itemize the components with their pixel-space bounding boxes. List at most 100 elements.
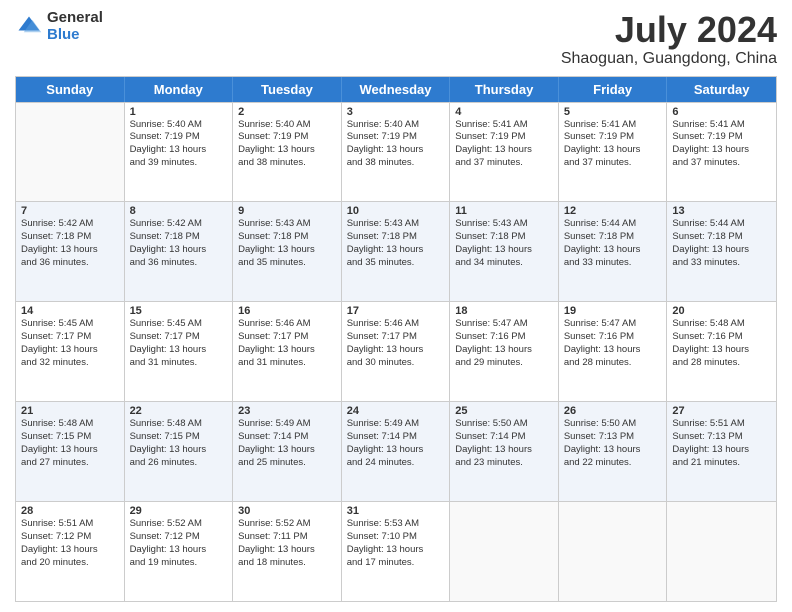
calendar-cell-w2-d4: 18Sunrise: 5:47 AM Sunset: 7:16 PM Dayli… xyxy=(450,302,559,401)
logo-blue: Blue xyxy=(47,27,103,44)
day-number: 11 xyxy=(455,205,553,217)
day-info: Sunrise: 5:51 AM Sunset: 7:12 PM Dayligh… xyxy=(21,518,119,569)
day-number: 4 xyxy=(455,106,553,118)
day-info: Sunrise: 5:42 AM Sunset: 7:18 PM Dayligh… xyxy=(21,218,119,269)
day-info: Sunrise: 5:40 AM Sunset: 7:19 PM Dayligh… xyxy=(347,119,445,170)
day-info: Sunrise: 5:43 AM Sunset: 7:18 PM Dayligh… xyxy=(238,218,336,269)
day-info: Sunrise: 5:48 AM Sunset: 7:16 PM Dayligh… xyxy=(672,318,771,369)
day-number: 26 xyxy=(564,405,662,417)
day-info: Sunrise: 5:42 AM Sunset: 7:18 PM Dayligh… xyxy=(130,218,228,269)
day-info: Sunrise: 5:41 AM Sunset: 7:19 PM Dayligh… xyxy=(455,119,553,170)
day-number: 20 xyxy=(672,305,771,317)
calendar-cell-w1-d4: 11Sunrise: 5:43 AM Sunset: 7:18 PM Dayli… xyxy=(450,202,559,301)
month-title: July 2024 xyxy=(561,10,777,50)
day-info: Sunrise: 5:40 AM Sunset: 7:19 PM Dayligh… xyxy=(130,119,228,170)
calendar-cell-w0-d4: 4Sunrise: 5:41 AM Sunset: 7:19 PM Daylig… xyxy=(450,103,559,202)
day-info: Sunrise: 5:47 AM Sunset: 7:16 PM Dayligh… xyxy=(564,318,662,369)
calendar-cell-w1-d1: 8Sunrise: 5:42 AM Sunset: 7:18 PM Daylig… xyxy=(125,202,234,301)
calendar-cell-w3-d1: 22Sunrise: 5:48 AM Sunset: 7:15 PM Dayli… xyxy=(125,402,234,501)
calendar-row-0: 1Sunrise: 5:40 AM Sunset: 7:19 PM Daylig… xyxy=(16,102,776,202)
day-info: Sunrise: 5:49 AM Sunset: 7:14 PM Dayligh… xyxy=(238,418,336,469)
calendar-cell-w2-d0: 14Sunrise: 5:45 AM Sunset: 7:17 PM Dayli… xyxy=(16,302,125,401)
calendar-row-3: 21Sunrise: 5:48 AM Sunset: 7:15 PM Dayli… xyxy=(16,401,776,501)
day-info: Sunrise: 5:46 AM Sunset: 7:17 PM Dayligh… xyxy=(238,318,336,369)
logo-icon xyxy=(15,13,43,41)
day-number: 9 xyxy=(238,205,336,217)
calendar-cell-w0-d6: 6Sunrise: 5:41 AM Sunset: 7:19 PM Daylig… xyxy=(667,103,776,202)
day-number: 7 xyxy=(21,205,119,217)
calendar-row-2: 14Sunrise: 5:45 AM Sunset: 7:17 PM Dayli… xyxy=(16,301,776,401)
calendar-cell-w4-d2: 30Sunrise: 5:52 AM Sunset: 7:11 PM Dayli… xyxy=(233,502,342,601)
calendar-cell-w1-d2: 9Sunrise: 5:43 AM Sunset: 7:18 PM Daylig… xyxy=(233,202,342,301)
day-info: Sunrise: 5:50 AM Sunset: 7:14 PM Dayligh… xyxy=(455,418,553,469)
day-info: Sunrise: 5:52 AM Sunset: 7:11 PM Dayligh… xyxy=(238,518,336,569)
calendar-cell-w3-d6: 27Sunrise: 5:51 AM Sunset: 7:13 PM Dayli… xyxy=(667,402,776,501)
header-day-thursday: Thursday xyxy=(450,77,559,102)
day-info: Sunrise: 5:43 AM Sunset: 7:18 PM Dayligh… xyxy=(347,218,445,269)
day-info: Sunrise: 5:44 AM Sunset: 7:18 PM Dayligh… xyxy=(672,218,771,269)
day-number: 1 xyxy=(130,106,228,118)
calendar-cell-w3-d4: 25Sunrise: 5:50 AM Sunset: 7:14 PM Dayli… xyxy=(450,402,559,501)
day-info: Sunrise: 5:41 AM Sunset: 7:19 PM Dayligh… xyxy=(672,119,771,170)
day-number: 12 xyxy=(564,205,662,217)
day-number: 30 xyxy=(238,505,336,517)
day-number: 29 xyxy=(130,505,228,517)
calendar: SundayMondayTuesdayWednesdayThursdayFrid… xyxy=(15,76,777,602)
day-info: Sunrise: 5:48 AM Sunset: 7:15 PM Dayligh… xyxy=(21,418,119,469)
day-number: 17 xyxy=(347,305,445,317)
day-info: Sunrise: 5:48 AM Sunset: 7:15 PM Dayligh… xyxy=(130,418,228,469)
page: General Blue July 2024 Shaoguan, Guangdo… xyxy=(0,0,792,612)
day-number: 21 xyxy=(21,405,119,417)
calendar-row-1: 7Sunrise: 5:42 AM Sunset: 7:18 PM Daylig… xyxy=(16,201,776,301)
location-title: Shaoguan, Guangdong, China xyxy=(561,50,777,68)
calendar-cell-w3-d5: 26Sunrise: 5:50 AM Sunset: 7:13 PM Dayli… xyxy=(559,402,668,501)
calendar-cell-w0-d1: 1Sunrise: 5:40 AM Sunset: 7:19 PM Daylig… xyxy=(125,103,234,202)
calendar-row-4: 28Sunrise: 5:51 AM Sunset: 7:12 PM Dayli… xyxy=(16,501,776,601)
calendar-cell-w2-d5: 19Sunrise: 5:47 AM Sunset: 7:16 PM Dayli… xyxy=(559,302,668,401)
day-number: 31 xyxy=(347,505,445,517)
day-number: 3 xyxy=(347,106,445,118)
calendar-cell-w0-d3: 3Sunrise: 5:40 AM Sunset: 7:19 PM Daylig… xyxy=(342,103,451,202)
day-number: 5 xyxy=(564,106,662,118)
logo: General Blue xyxy=(15,10,103,43)
calendar-cell-w1-d6: 13Sunrise: 5:44 AM Sunset: 7:18 PM Dayli… xyxy=(667,202,776,301)
day-number: 2 xyxy=(238,106,336,118)
calendar-cell-w2-d3: 17Sunrise: 5:46 AM Sunset: 7:17 PM Dayli… xyxy=(342,302,451,401)
day-number: 14 xyxy=(21,305,119,317)
day-info: Sunrise: 5:49 AM Sunset: 7:14 PM Dayligh… xyxy=(347,418,445,469)
calendar-cell-w0-d2: 2Sunrise: 5:40 AM Sunset: 7:19 PM Daylig… xyxy=(233,103,342,202)
calendar-cell-w4-d6 xyxy=(667,502,776,601)
day-info: Sunrise: 5:46 AM Sunset: 7:17 PM Dayligh… xyxy=(347,318,445,369)
day-info: Sunrise: 5:41 AM Sunset: 7:19 PM Dayligh… xyxy=(564,119,662,170)
calendar-body: 1Sunrise: 5:40 AM Sunset: 7:19 PM Daylig… xyxy=(16,102,776,601)
calendar-cell-w0-d5: 5Sunrise: 5:41 AM Sunset: 7:19 PM Daylig… xyxy=(559,103,668,202)
day-info: Sunrise: 5:50 AM Sunset: 7:13 PM Dayligh… xyxy=(564,418,662,469)
day-number: 10 xyxy=(347,205,445,217)
calendar-cell-w4-d1: 29Sunrise: 5:52 AM Sunset: 7:12 PM Dayli… xyxy=(125,502,234,601)
title-section: July 2024 Shaoguan, Guangdong, China xyxy=(561,10,777,68)
calendar-cell-w3-d2: 23Sunrise: 5:49 AM Sunset: 7:14 PM Dayli… xyxy=(233,402,342,501)
day-number: 13 xyxy=(672,205,771,217)
day-info: Sunrise: 5:51 AM Sunset: 7:13 PM Dayligh… xyxy=(672,418,771,469)
day-number: 22 xyxy=(130,405,228,417)
calendar-cell-w4-d0: 28Sunrise: 5:51 AM Sunset: 7:12 PM Dayli… xyxy=(16,502,125,601)
day-info: Sunrise: 5:52 AM Sunset: 7:12 PM Dayligh… xyxy=(130,518,228,569)
day-number: 8 xyxy=(130,205,228,217)
header-day-tuesday: Tuesday xyxy=(233,77,342,102)
calendar-cell-w4-d4 xyxy=(450,502,559,601)
calendar-cell-w0-d0 xyxy=(16,103,125,202)
header-day-wednesday: Wednesday xyxy=(342,77,451,102)
calendar-cell-w2-d1: 15Sunrise: 5:45 AM Sunset: 7:17 PM Dayli… xyxy=(125,302,234,401)
header-day-sunday: Sunday xyxy=(16,77,125,102)
calendar-cell-w2-d6: 20Sunrise: 5:48 AM Sunset: 7:16 PM Dayli… xyxy=(667,302,776,401)
day-info: Sunrise: 5:43 AM Sunset: 7:18 PM Dayligh… xyxy=(455,218,553,269)
calendar-cell-w2-d2: 16Sunrise: 5:46 AM Sunset: 7:17 PM Dayli… xyxy=(233,302,342,401)
day-info: Sunrise: 5:45 AM Sunset: 7:17 PM Dayligh… xyxy=(130,318,228,369)
calendar-cell-w4-d3: 31Sunrise: 5:53 AM Sunset: 7:10 PM Dayli… xyxy=(342,502,451,601)
day-info: Sunrise: 5:45 AM Sunset: 7:17 PM Dayligh… xyxy=(21,318,119,369)
calendar-cell-w1-d0: 7Sunrise: 5:42 AM Sunset: 7:18 PM Daylig… xyxy=(16,202,125,301)
day-info: Sunrise: 5:47 AM Sunset: 7:16 PM Dayligh… xyxy=(455,318,553,369)
day-info: Sunrise: 5:40 AM Sunset: 7:19 PM Dayligh… xyxy=(238,119,336,170)
calendar-header: SundayMondayTuesdayWednesdayThursdayFrid… xyxy=(16,77,776,102)
logo-general: General xyxy=(47,10,103,27)
